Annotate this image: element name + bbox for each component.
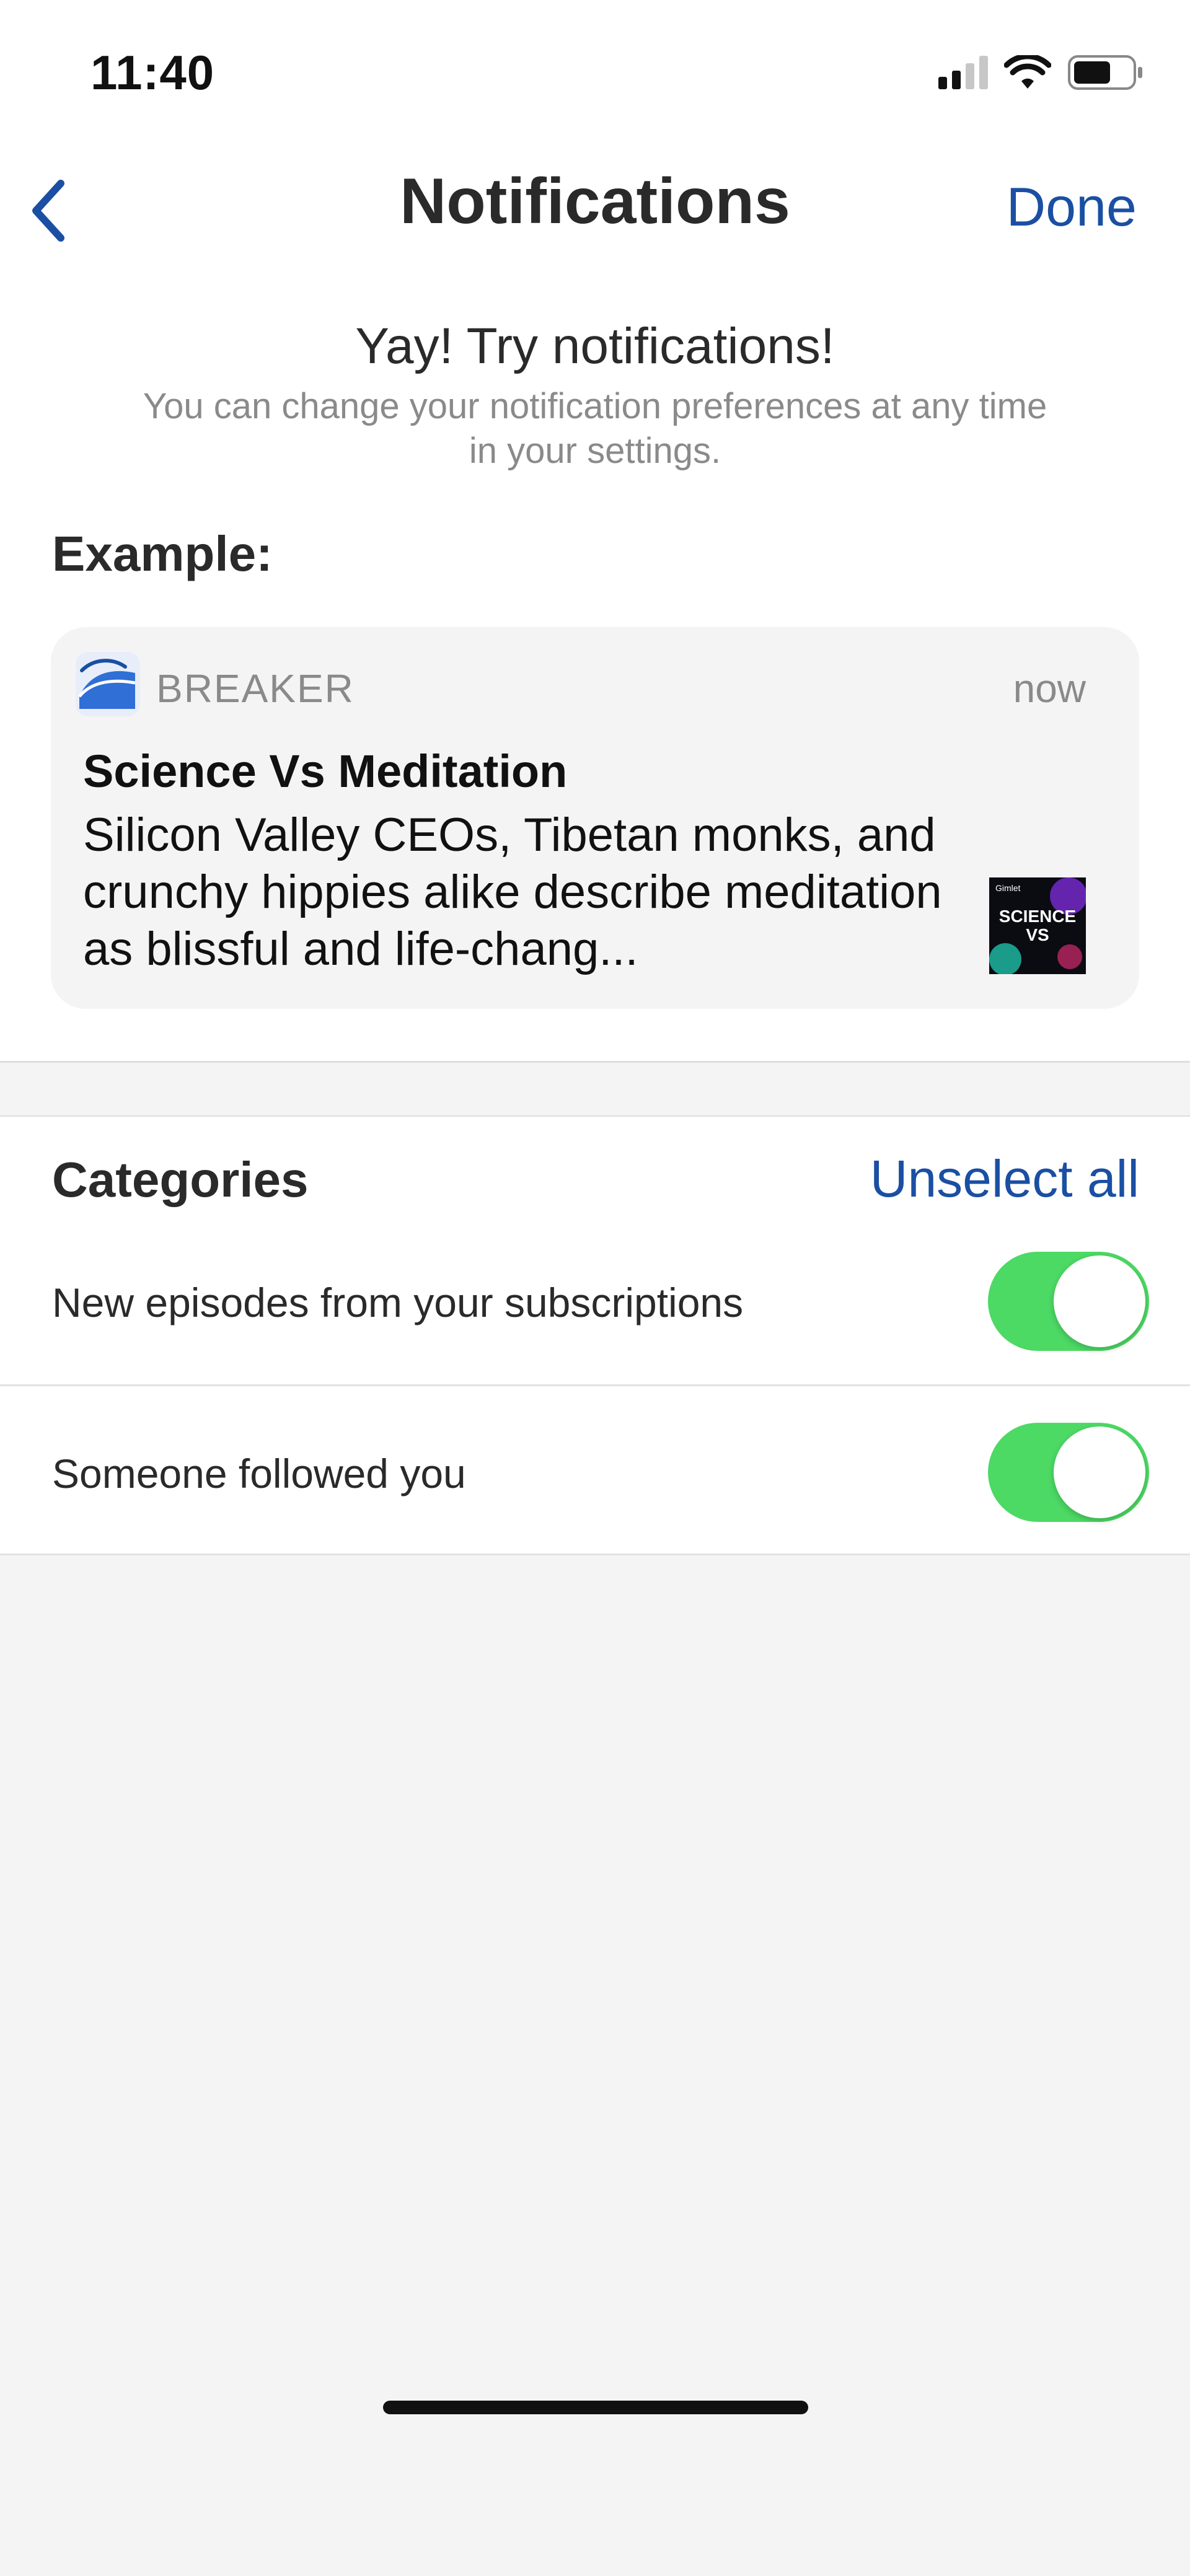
thumb-line2: VS (1026, 925, 1049, 944)
thumb-brand: Gimlet (995, 883, 1021, 893)
unselect-all-button[interactable]: Unselect all (870, 1149, 1139, 1209)
categories-section: Categories Unselect all New episodes fro… (0, 1117, 1190, 1555)
notification-app-name: BREAKER (156, 666, 355, 711)
notification-preview-card: BREAKER now Science Vs Meditation Silico… (51, 627, 1139, 1009)
row-divider (0, 1384, 1190, 1386)
status-time: 11:40 (90, 45, 215, 100)
row-divider (0, 1554, 1190, 1555)
category-label-followed: Someone followed you (52, 1451, 466, 1497)
categories-header: Categories (52, 1152, 309, 1207)
notification-body: Silicon Valley CEOs, Tibetan monks, and … (83, 809, 942, 975)
signal-icon (938, 56, 988, 89)
status-icons (938, 55, 1144, 90)
section-divider (0, 1061, 1190, 1063)
category-label-new-episodes: New episodes from your subscriptions (52, 1280, 744, 1325)
notification-title: Science Vs Meditation (83, 745, 568, 797)
toggle-someone-followed[interactable] (988, 1423, 1149, 1522)
notification-time: now (1013, 666, 1086, 711)
thumb-line1: SCIENCE (999, 907, 1076, 926)
battery-icon (1068, 55, 1142, 90)
intro-subtitle: You can change your notification prefere… (143, 386, 1047, 471)
wifi-icon (1004, 55, 1051, 89)
toggle-new-episodes[interactable] (988, 1252, 1149, 1351)
home-indicator (383, 2401, 808, 2414)
example-label: Example: (52, 526, 273, 581)
science-vs-artwork: Gimlet SCIENCE VS (989, 877, 1086, 974)
done-button[interactable]: Done (1007, 175, 1137, 239)
intro-title: Yay! Try notifications! (355, 318, 835, 374)
podcast-thumbnail: Gimlet SCIENCE VS (989, 877, 1086, 974)
toggle-knob (1054, 1426, 1145, 1518)
toggle-knob (1054, 1255, 1145, 1347)
breaker-app-icon (76, 652, 140, 716)
